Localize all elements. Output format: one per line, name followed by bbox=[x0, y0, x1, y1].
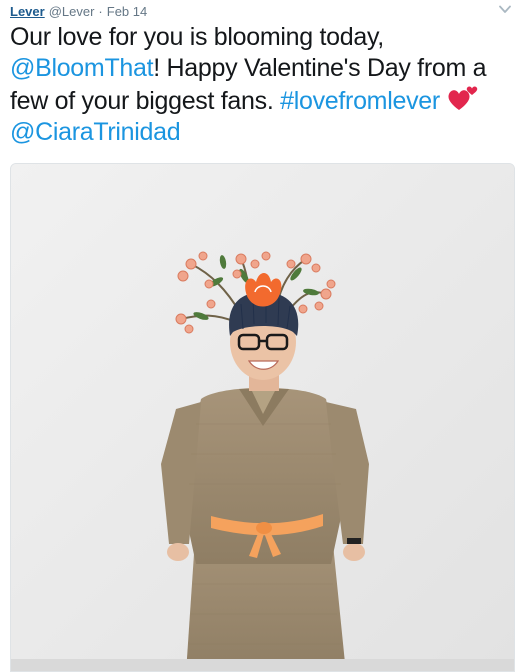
tweet-text-line: Our love for you is blooming today, bbox=[10, 23, 384, 51]
tweet-card[interactable]: Lever @Lever · Feb 14 Our love for you i… bbox=[0, 0, 523, 672]
tweet-date-link[interactable]: Feb 14 bbox=[107, 4, 147, 19]
tweet-text-line: @CiaraTrinidad bbox=[10, 117, 515, 148]
mention-bloomthat-link[interactable]: @BloomThat bbox=[10, 54, 154, 82]
author-name-link[interactable]: Lever bbox=[10, 4, 45, 19]
tweet-text-line: few of your biggest fans. #lovefromlever bbox=[10, 84, 515, 117]
tweet-text-fragment: ! Happy Valentine's Day from a bbox=[153, 54, 487, 82]
tweet-text-line: @BloomThat! Happy Valentine's Day from a bbox=[10, 53, 515, 84]
two-hearts-emoji-icon bbox=[448, 86, 478, 110]
tweet-header: Lever @Lever · Feb 14 bbox=[10, 4, 147, 20]
tweet-text-fragment: few of your biggest fans. bbox=[10, 87, 274, 115]
tweet-media[interactable] bbox=[10, 163, 515, 672]
tweet-photo[interactable] bbox=[11, 164, 515, 672]
chevron-down-icon[interactable] bbox=[499, 5, 511, 14]
separator-dot: · bbox=[98, 4, 103, 19]
hashtag-link[interactable]: #lovefromlever bbox=[280, 87, 440, 115]
mention-ciaratrinidad-link[interactable]: @CiaraTrinidad bbox=[10, 118, 181, 146]
author-handle[interactable]: @Lever bbox=[49, 4, 95, 19]
tweet-text: Our love for you is blooming today, @Blo… bbox=[10, 22, 515, 148]
